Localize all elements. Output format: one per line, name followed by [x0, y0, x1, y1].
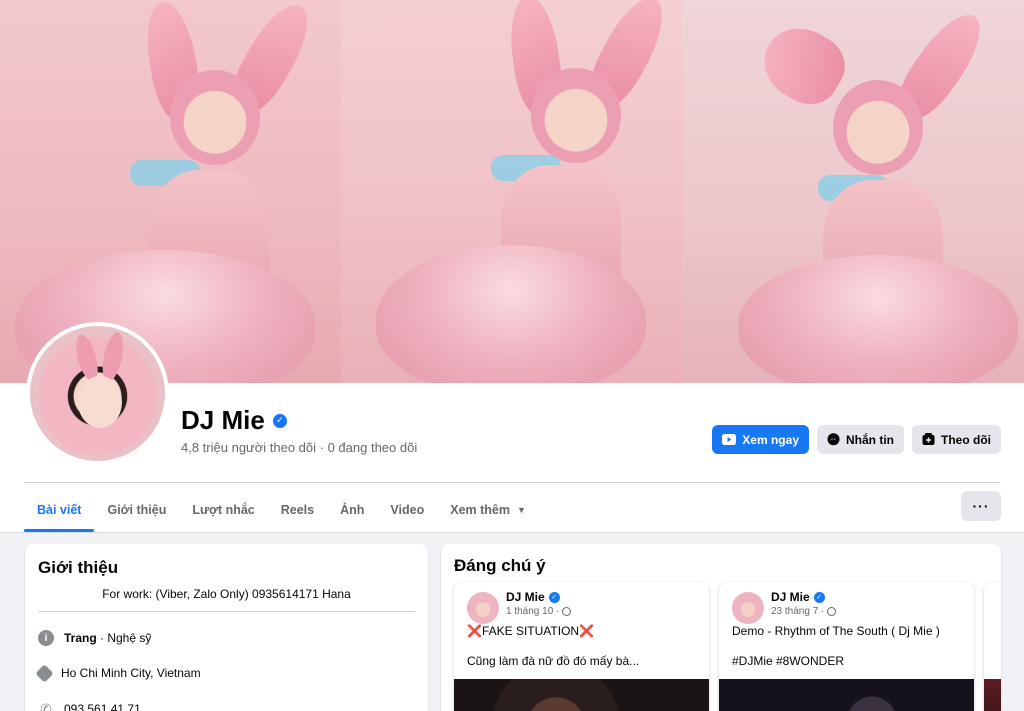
tab-mentions[interactable]: Lượt nhắc [179, 488, 267, 532]
tab-more[interactable]: Xem thêm ▼ [437, 488, 539, 532]
profile-stats[interactable]: 4,8 triệu người theo dõi · 0 đang theo d… [181, 440, 417, 455]
intro-divider [38, 611, 415, 612]
intro-title: Giới thiệu [38, 558, 119, 577]
cover-panel-3 [682, 0, 1024, 383]
watch-now-label: Xem ngay [742, 432, 799, 447]
intro-bio: For work: (Viber, Zalo Only) 0935614171 … [102, 587, 351, 601]
featured-post[interactable]: DJ Mie ✓ 23 tháng 7 · Demo - Rhythm of T… [719, 582, 974, 711]
messenger-icon [827, 433, 840, 446]
tab-videos[interactable]: Video [377, 488, 437, 532]
post-text: Cũng làm đà nữ đồ đó mấy bà... [467, 654, 640, 668]
verified-badge-icon: ✓ [548, 591, 560, 603]
post-date[interactable]: 23 tháng 7 · [771, 606, 837, 617]
post-avatar[interactable] [732, 592, 764, 624]
watch-now-button[interactable]: Xem ngay [712, 425, 809, 454]
post-text: Demo - Rhythm of The South ( Dj Mie ) [732, 624, 940, 638]
profile-tabs: Bài viết Giới thiệu Lượt nhắc Reels Ảnh … [24, 488, 539, 532]
profile-name-row: DJ Mie ✓ [181, 405, 287, 436]
post-date[interactable]: 1 tháng 10 · [506, 606, 572, 617]
location-pin-icon [35, 663, 54, 683]
cover-panel-2 [341, 0, 683, 383]
more-options-label: ··· [972, 498, 990, 514]
post-image[interactable] [984, 679, 1001, 711]
tab-about[interactable]: Giới thiệu [94, 488, 179, 532]
more-options-button[interactable]: ··· [961, 491, 1001, 521]
message-button[interactable]: Nhắn tin [817, 425, 904, 454]
verified-badge-icon: ✓ [272, 413, 287, 428]
phone-icon: ✆ [40, 700, 52, 711]
featured-post[interactable]: DJ Mie ✓ 1 tháng 10 · ❌FAKE SITUATION❌ C… [454, 582, 709, 711]
post-avatar[interactable] [467, 592, 499, 624]
follow-icon [922, 433, 935, 446]
post-text: #DJMie #8WONDER [732, 654, 845, 668]
info-icon: i [38, 630, 54, 646]
intro-card: Giới thiệu For work: (Viber, Zalo Only) … [25, 544, 428, 711]
tab-reels[interactable]: Reels [268, 488, 327, 532]
featured-card: Đáng chú ý DJ Mie ✓ 1 tháng 10 · ❌FAKE S… [441, 544, 1001, 711]
post-text: ❌FAKE SITUATION❌ [467, 624, 595, 638]
post-image[interactable] [454, 679, 709, 711]
post-author[interactable]: DJ Mie ✓ [771, 590, 825, 604]
verified-badge-icon: ✓ [813, 591, 825, 603]
cover-photo[interactable] [0, 0, 1024, 383]
profile-name: DJ Mie [181, 405, 265, 435]
intro-phone[interactable]: ✆ 093 561 41 71 [38, 701, 141, 711]
globe-icon [562, 607, 572, 616]
post-author[interactable]: DJ Mie ✓ [506, 590, 560, 604]
tab-posts[interactable]: Bài viết [24, 488, 95, 532]
follow-label: Theo dõi [941, 432, 991, 447]
intro-location[interactable]: Ho Chi Minh City, Vietnam [35, 663, 201, 683]
header-divider [24, 482, 1000, 483]
featured-title: Đáng chú ý [454, 556, 546, 575]
post-image[interactable] [719, 679, 974, 711]
play-video-icon [722, 434, 737, 445]
caret-down-icon: ▼ [516, 505, 526, 515]
globe-icon [827, 607, 837, 616]
intro-page-type: i Trang · Nghệ sỹ [38, 630, 151, 646]
follow-button[interactable]: Theo dõi [912, 425, 1001, 454]
featured-post-partial[interactable] [984, 582, 1001, 711]
message-label: Nhắn tin [846, 432, 894, 447]
cover-panel-1 [0, 0, 342, 383]
profile-avatar[interactable] [26, 322, 169, 465]
profile-actions: Xem ngay Nhắn tin Theo dõi [712, 425, 1001, 454]
tab-photos[interactable]: Ảnh [327, 488, 377, 532]
